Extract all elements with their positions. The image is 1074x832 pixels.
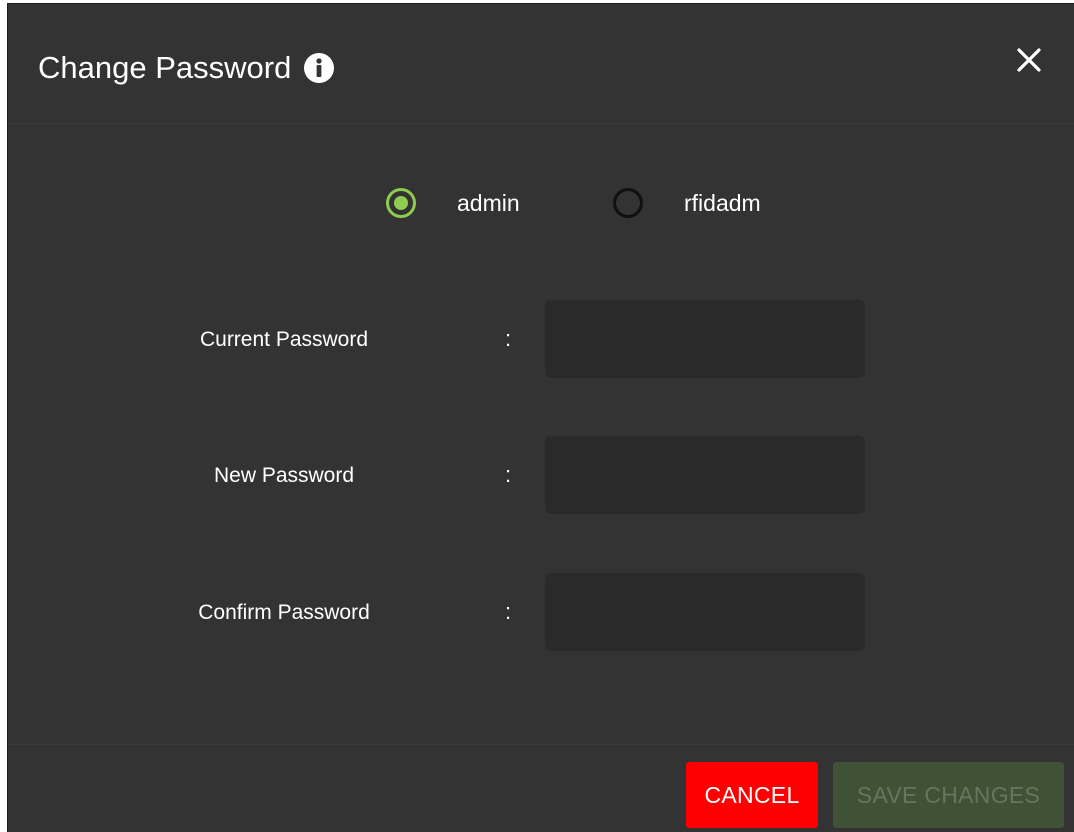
current-password-label: Current Password <box>199 328 369 351</box>
confirm-password-input[interactable] <box>545 573 865 651</box>
close-icon[interactable] <box>1011 42 1047 78</box>
radio-option-admin[interactable]: admin <box>386 178 520 228</box>
dialog-title: Change Password <box>38 50 292 85</box>
new-password-input[interactable] <box>545 436 865 514</box>
new-password-label: New Password <box>213 464 355 487</box>
radio-label-rfidadm: rfidadm <box>684 189 761 216</box>
radio-label-admin: admin <box>457 189 520 216</box>
confirm-password-label: Confirm Password <box>198 601 370 624</box>
dialog-header: Change Password <box>8 4 1074 124</box>
dialog-footer: CANCEL SAVE CHANGES <box>8 744 1074 832</box>
user-radio-group: admin rfidadm <box>8 178 1074 228</box>
current-password-row: Current Password : <box>8 300 1074 380</box>
field-separator: : <box>505 599 512 624</box>
field-separator: : <box>505 462 512 487</box>
dialog-title-row: Change Password <box>38 48 335 88</box>
current-password-input[interactable] <box>545 300 865 378</box>
radio-option-rfidadm[interactable]: rfidadm <box>613 178 761 228</box>
radio-checked-icon[interactable] <box>386 188 416 218</box>
new-password-row: New Password : <box>8 436 1074 516</box>
radio-unchecked-icon[interactable] <box>613 188 643 218</box>
change-password-dialog: Change Password admin rfidadm Current Pa… <box>8 4 1074 832</box>
cancel-button[interactable]: CANCEL <box>686 762 818 828</box>
confirm-password-row: Confirm Password : <box>8 573 1074 653</box>
field-separator: : <box>505 326 512 351</box>
save-changes-button[interactable]: SAVE CHANGES <box>833 762 1064 828</box>
info-icon[interactable] <box>303 52 335 84</box>
